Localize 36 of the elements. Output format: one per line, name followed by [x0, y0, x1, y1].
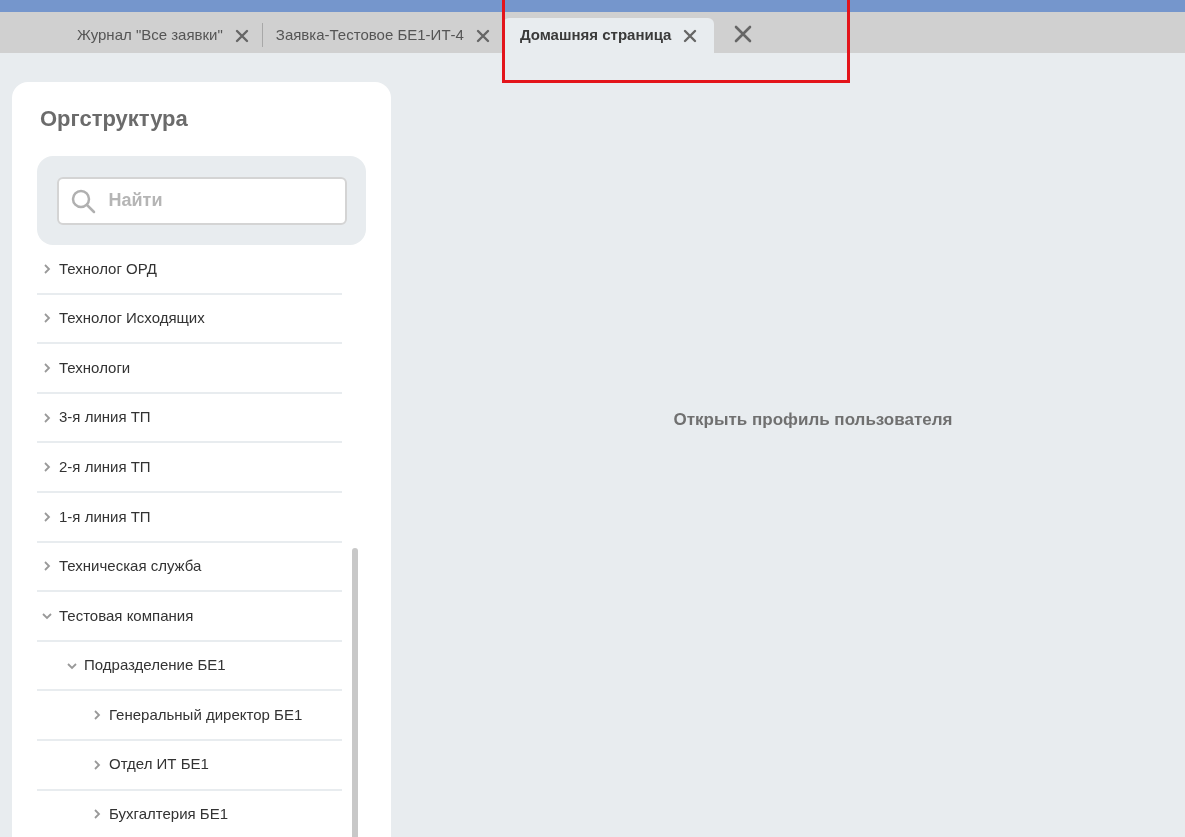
chevron-down-icon[interactable] — [42, 610, 52, 621]
tree-item[interactable]: 2-я линия ТП — [37, 443, 342, 493]
chevron-right-icon[interactable] — [92, 759, 102, 770]
chevron-right-icon[interactable] — [42, 412, 52, 423]
close-icon[interactable] — [234, 28, 249, 43]
scrollbar[interactable] — [352, 548, 358, 837]
panel-title: Оргструктура — [40, 105, 188, 133]
search-field[interactable]: Найти — [56, 176, 347, 225]
chevron-down-icon[interactable] — [67, 660, 77, 671]
tree-item[interactable]: Технолог ОРД — [37, 245, 342, 295]
chevron-right-icon[interactable] — [92, 710, 102, 721]
tree-item[interactable]: Подразделение БЕ1 — [37, 641, 342, 692]
tree-item[interactable]: Техническая служба — [37, 542, 342, 593]
chevron-right-icon[interactable] — [42, 462, 52, 473]
tree-item[interactable]: 3-я линия ТП — [37, 393, 342, 444]
chevron-right-icon[interactable] — [42, 363, 52, 373]
tree-item[interactable]: 1-я линия ТП — [37, 492, 342, 543]
tree-item[interactable]: Отдел ИТ БЕ1 — [37, 740, 342, 791]
chevron-right-icon[interactable] — [42, 263, 52, 274]
tree-item[interactable]: Тестовая компания — [37, 592, 342, 642]
close-icon[interactable] — [683, 28, 698, 43]
tree-item[interactable]: Генеральный директор БЕ1 — [37, 691, 342, 741]
close-all-icon[interactable] — [734, 25, 753, 43]
tree-item[interactable]: Технолог Исходящих — [37, 294, 342, 345]
search-icon — [69, 187, 96, 214]
chevron-right-icon[interactable] — [42, 313, 52, 324]
chevron-right-icon[interactable] — [42, 561, 52, 572]
tab[interactable]: Домашняя страница — [502, 18, 715, 53]
chevron-right-icon[interactable] — [92, 809, 102, 820]
tab[interactable]: Журнал "Все заявки" — [64, 18, 262, 53]
chevron-right-icon[interactable] — [42, 511, 52, 522]
user-profile-link[interactable]: Открыть профиль пользователя — [673, 407, 953, 433]
tree-item[interactable]: Бухгалтерия БЕ1 — [37, 790, 342, 837]
close-icon[interactable] — [475, 28, 490, 43]
tree-item[interactable]: Технологи — [37, 344, 342, 394]
tab[interactable]: Заявка-Тестовое БЕ1-ИТ-4 — [262, 18, 503, 53]
